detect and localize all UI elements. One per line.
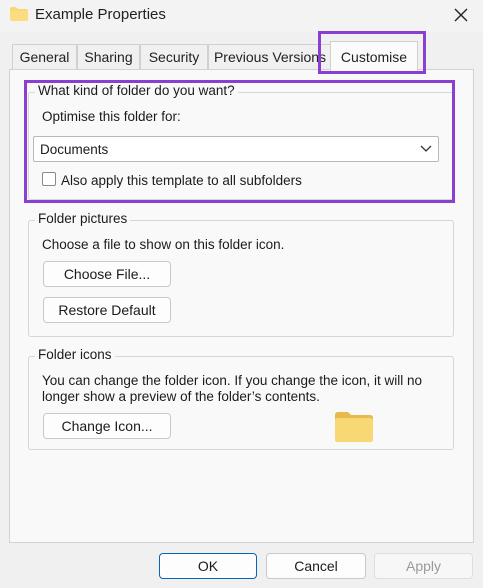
apply-subfolders-checkbox[interactable] — [42, 172, 56, 186]
button-label: Apply — [405, 558, 442, 574]
close-icon — [454, 8, 468, 22]
chevron-down-icon — [420, 145, 432, 152]
close-button[interactable] — [444, 0, 478, 30]
folder-icon — [10, 7, 28, 21]
title-bar: Example Properties — [0, 0, 483, 32]
folder-icon — [335, 412, 373, 442]
tab-label: Customise — [340, 48, 408, 65]
ok-button[interactable]: OK — [159, 553, 257, 579]
change-icon-button[interactable]: Change Icon... — [43, 413, 171, 439]
tab-label: Sharing — [84, 49, 133, 65]
folder-pictures-description: Choose a file to show on this folder ico… — [42, 237, 285, 252]
button-label: OK — [197, 558, 219, 574]
button-label: Choose File... — [63, 266, 151, 282]
tab-label: General — [19, 49, 70, 65]
button-label: Change Icon... — [61, 418, 153, 434]
tab-customise[interactable]: Customise — [330, 41, 418, 71]
button-label: Restore Default — [58, 302, 156, 318]
dropdown-value: Documents — [40, 142, 109, 157]
tab-previous-versions[interactable]: Previous Versions — [208, 44, 332, 69]
folder-icons-description-line1: You can change the folder icon. If you c… — [42, 373, 423, 388]
group-title: Folder pictures — [35, 211, 131, 226]
properties-window: Example Properties General Sharing Secur… — [0, 0, 483, 588]
group-title: Folder icons — [35, 347, 115, 362]
optimise-dropdown[interactable]: Documents — [33, 136, 439, 162]
tab-security[interactable]: Security — [140, 44, 208, 69]
window-title: Example Properties — [35, 6, 166, 23]
tab-label: Security — [148, 49, 200, 65]
apply-subfolders-label: Also apply this template to all subfolde… — [61, 173, 302, 188]
folder-icons-description-line2: longer show a preview of the folder’s co… — [42, 389, 320, 404]
restore-default-button[interactable]: Restore Default — [43, 297, 171, 323]
tab-label: Previous Versions — [213, 49, 327, 65]
tab-general[interactable]: General — [12, 44, 77, 69]
tab-sharing[interactable]: Sharing — [77, 44, 140, 69]
button-label: Cancel — [294, 558, 338, 574]
optimise-label: Optimise this folder for: — [42, 109, 181, 124]
choose-file-button[interactable]: Choose File... — [43, 261, 171, 287]
apply-button[interactable]: Apply — [374, 553, 473, 579]
cancel-button[interactable]: Cancel — [266, 553, 366, 579]
group-title: What kind of folder do you want? — [35, 83, 238, 98]
